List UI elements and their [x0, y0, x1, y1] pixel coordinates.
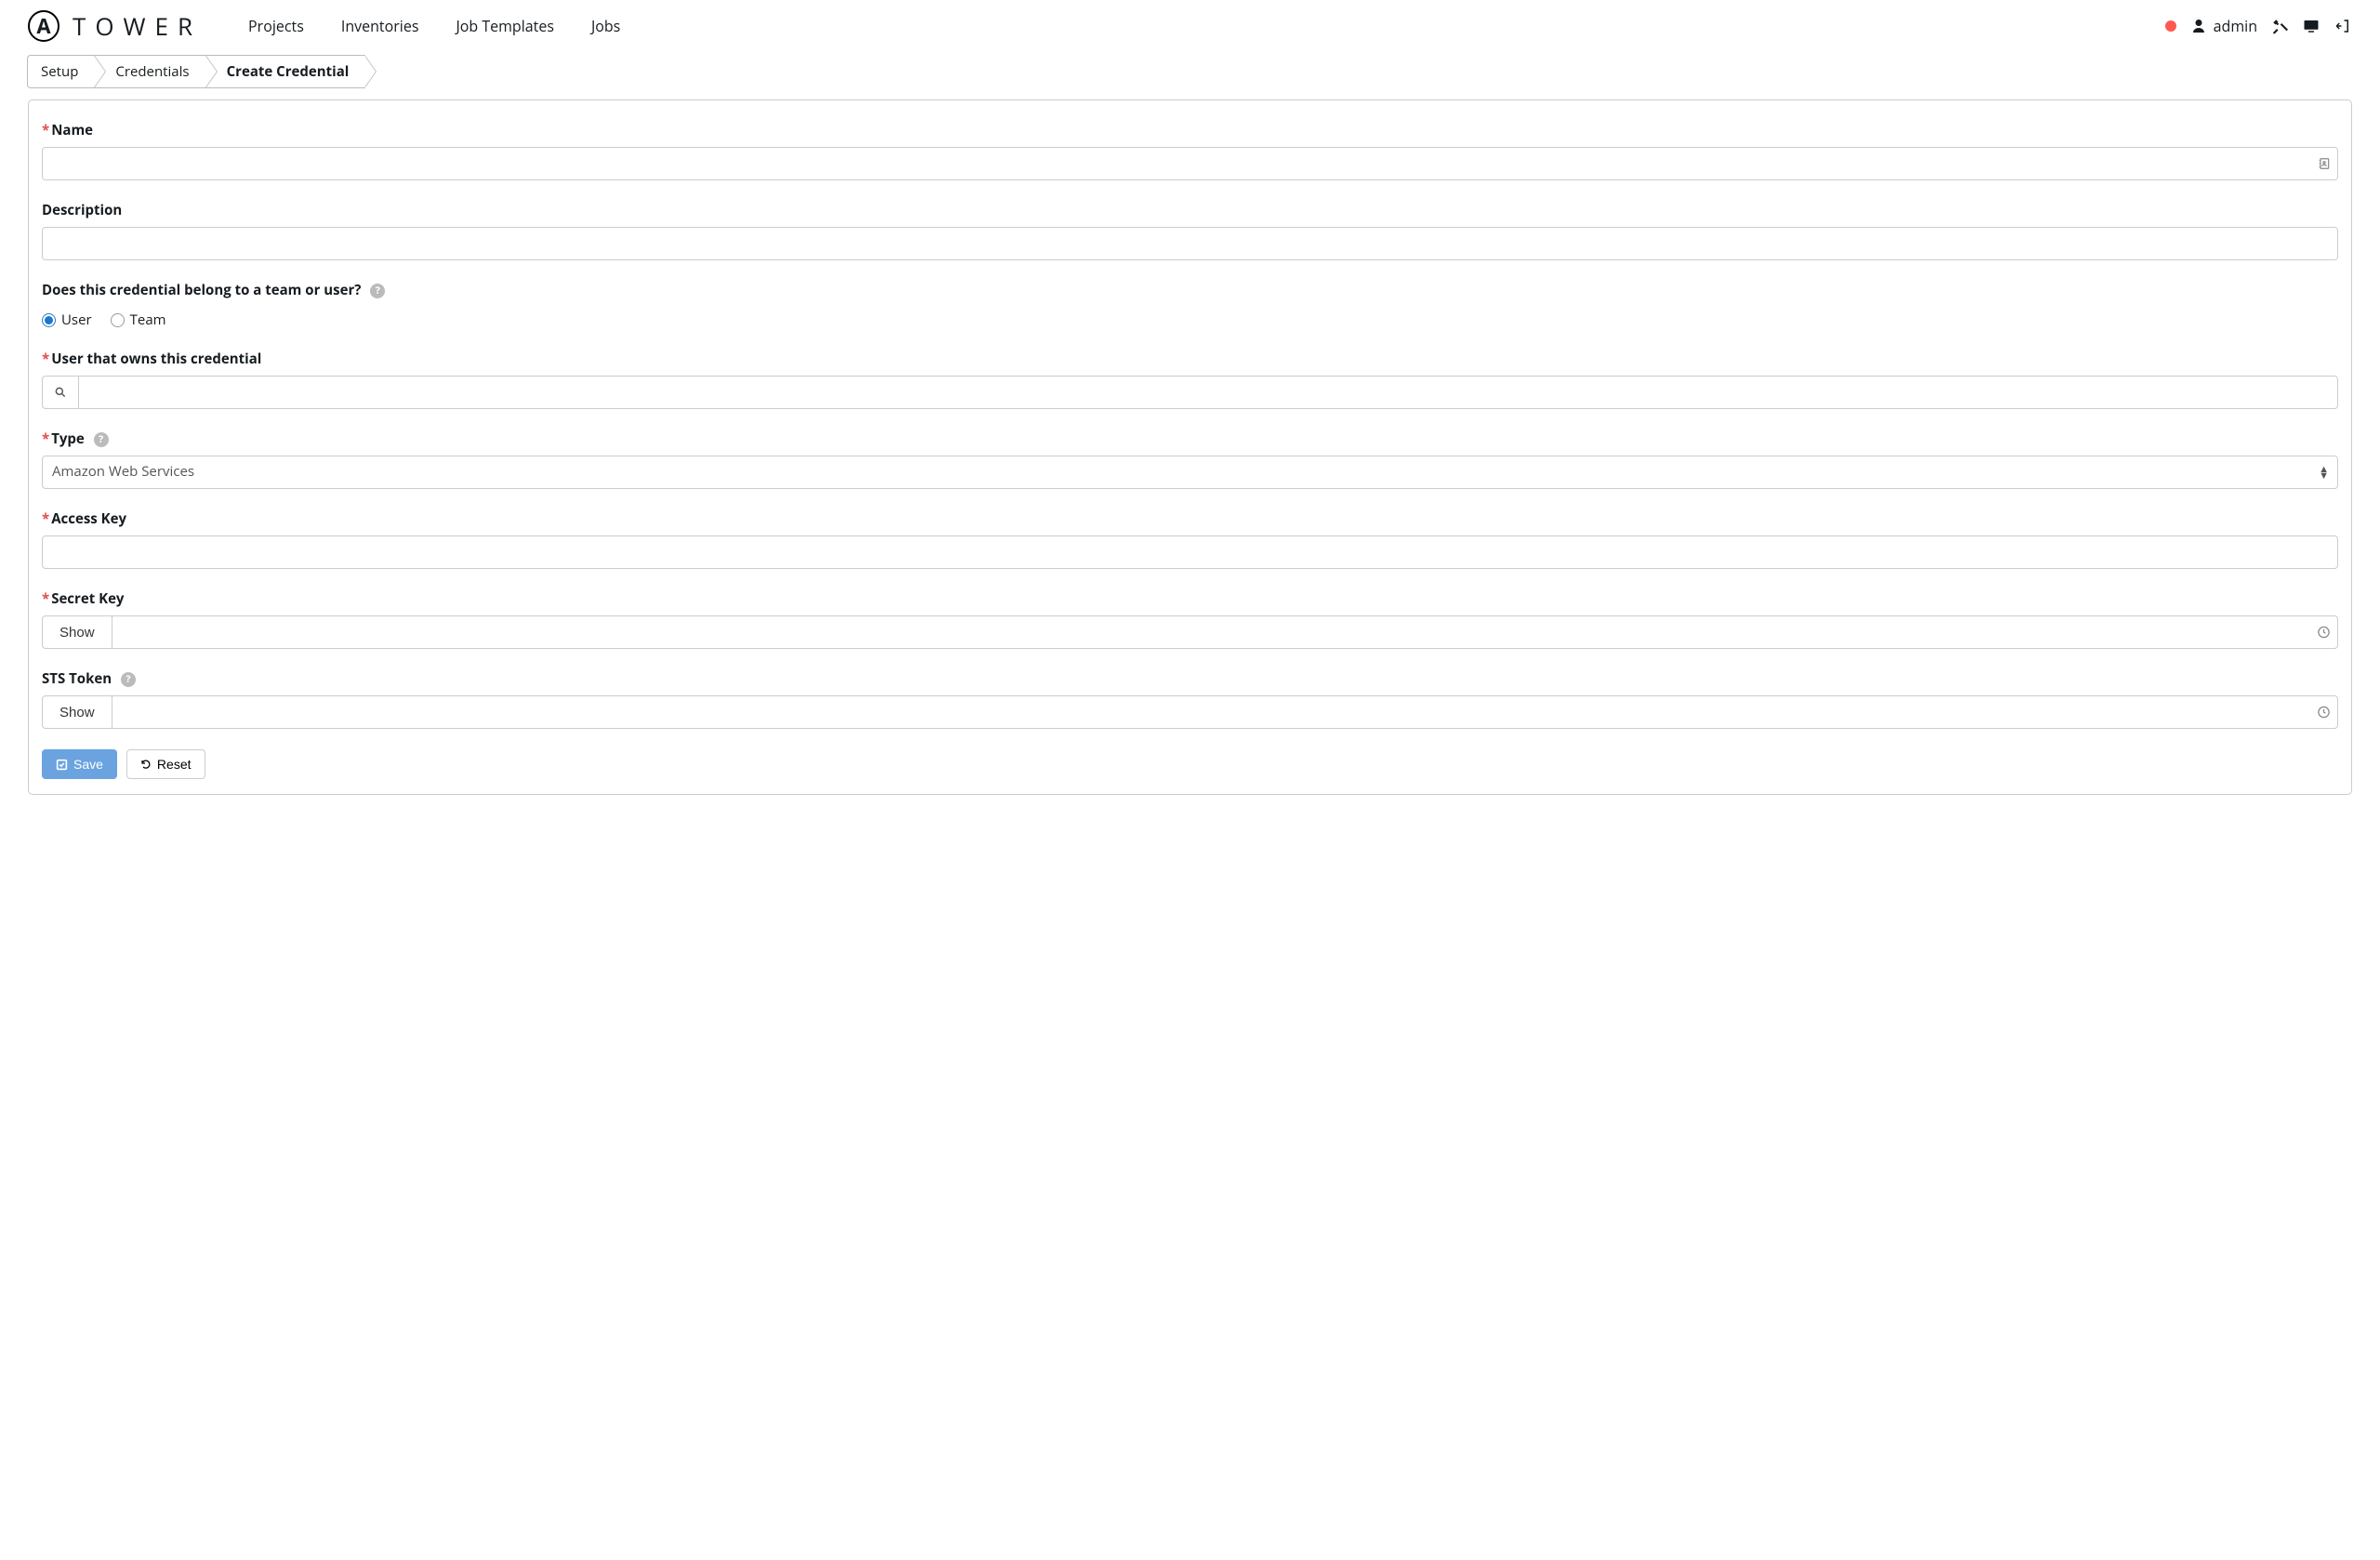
owning-user-label: *User that owns this credential	[42, 350, 261, 368]
type-label: *Type ?	[42, 430, 109, 448]
field-access-key: *Access Key	[42, 509, 2338, 569]
breadcrumb-setup[interactable]: Setup	[27, 55, 95, 88]
save-button[interactable]: Save	[42, 749, 117, 779]
required-icon: *	[42, 589, 49, 608]
breadcrumb-create-credential[interactable]: Create Credential	[205, 55, 366, 88]
access-key-input[interactable]	[42, 535, 2338, 569]
nav-inventories[interactable]: Inventories	[341, 16, 419, 36]
sts-token-label: STS Token ?	[42, 669, 136, 688]
current-user-name: admin	[2214, 16, 2257, 36]
field-owner-type: Does this credential belong to a team or…	[42, 281, 2338, 329]
secret-key-show-button[interactable]: Show	[42, 615, 112, 649]
required-icon: *	[42, 350, 49, 368]
brand-name: TOWER	[73, 9, 202, 43]
type-select[interactable]: Amazon Web Services	[42, 456, 2338, 489]
owner-question-label: Does this credential belong to a team or…	[42, 281, 385, 299]
name-input[interactable]	[42, 147, 2338, 180]
nav-job-templates[interactable]: Job Templates	[456, 16, 554, 36]
owner-radio-user[interactable]: User	[42, 311, 92, 329]
radio-unchecked-icon	[111, 313, 125, 327]
reset-button[interactable]: Reset	[126, 749, 205, 779]
create-credential-form: *Name Description Does this credential b…	[28, 99, 2352, 795]
help-icon[interactable]: ?	[121, 672, 136, 687]
sts-token-show-button[interactable]: Show	[42, 695, 112, 729]
help-icon[interactable]: ?	[94, 432, 109, 447]
brand-logo-letter: A	[36, 12, 50, 40]
access-key-label: *Access Key	[42, 509, 126, 528]
main-nav: Projects Inventories Job Templates Jobs	[248, 16, 620, 36]
description-label: Description	[42, 201, 122, 219]
check-icon	[56, 759, 68, 771]
owner-radio-team[interactable]: Team	[111, 311, 166, 329]
topbar-right: admin	[2165, 16, 2352, 36]
radio-checked-icon	[42, 313, 56, 327]
field-owning-user: *User that owns this credential	[42, 350, 2338, 409]
current-user[interactable]: admin	[2189, 16, 2257, 36]
required-icon: *	[42, 121, 49, 139]
portal-icon[interactable]	[2302, 17, 2320, 35]
field-sts-token: STS Token ? Show	[42, 669, 2338, 729]
nav-projects[interactable]: Projects	[248, 16, 304, 36]
sts-token-input[interactable]	[112, 695, 2338, 729]
breadcrumb-credentials[interactable]: Credentials	[94, 55, 205, 88]
name-label: *Name	[42, 121, 93, 139]
owning-user-input[interactable]	[78, 376, 2338, 409]
brand[interactable]: A TOWER	[28, 9, 202, 43]
search-icon	[54, 386, 67, 399]
secret-key-input[interactable]	[112, 615, 2338, 649]
logout-icon[interactable]	[2334, 17, 2352, 35]
brand-logo-icon: A	[28, 10, 60, 42]
form-actions: Save Reset	[42, 749, 2338, 779]
field-name: *Name	[42, 121, 2338, 180]
required-icon: *	[42, 430, 49, 448]
secret-key-label: *Secret Key	[42, 589, 124, 608]
undo-icon	[140, 759, 152, 770]
field-description: Description	[42, 201, 2338, 260]
lookup-user-button[interactable]	[42, 376, 78, 409]
topbar: A TOWER Projects Inventories Job Templat…	[0, 0, 2380, 47]
breadcrumb: Setup Credentials Create Credential	[0, 47, 2380, 99]
field-secret-key: *Secret Key Show	[42, 589, 2338, 649]
live-socket-indicator-icon[interactable]	[2165, 20, 2176, 32]
description-input[interactable]	[42, 227, 2338, 260]
setup-icon[interactable]	[2270, 17, 2289, 35]
field-type: *Type ? Amazon Web Services ▲▼	[42, 430, 2338, 489]
nav-jobs[interactable]: Jobs	[591, 16, 620, 36]
required-icon: *	[42, 509, 49, 528]
user-icon	[2189, 17, 2208, 35]
help-icon[interactable]: ?	[370, 284, 385, 298]
